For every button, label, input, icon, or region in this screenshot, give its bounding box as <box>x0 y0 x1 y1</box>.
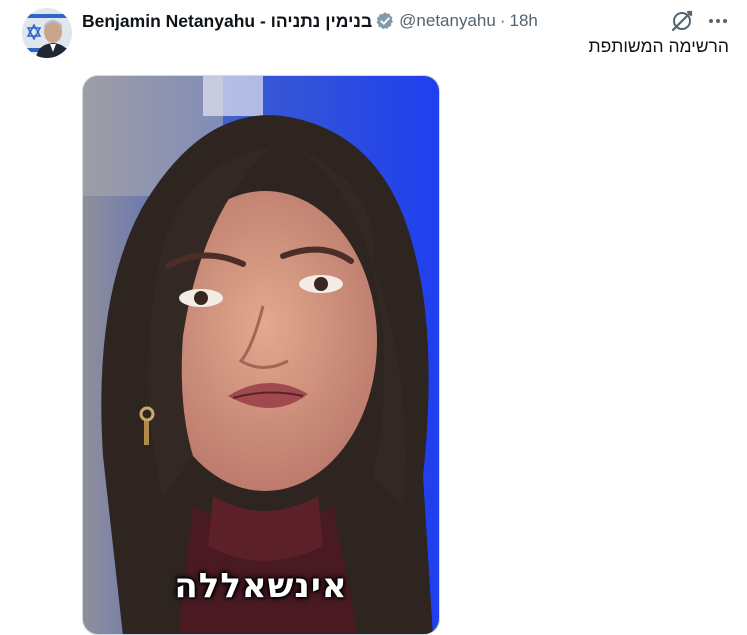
tweet-timestamp[interactable]: 18h <box>510 11 538 31</box>
author-display-name[interactable]: Benjamin Netanyahu - בנימין נתניהו <box>82 11 372 32</box>
verified-badge-icon <box>375 11 395 31</box>
tweet-actions <box>669 8 731 34</box>
avatar[interactable] <box>22 8 72 58</box>
video-frame <box>83 76 439 634</box>
tweet-text: הרשימה המשותפת <box>588 36 729 56</box>
author-handle[interactable]: @netanyahu <box>399 11 496 31</box>
grok-icon[interactable] <box>669 8 695 34</box>
video-media[interactable]: אינשאללה <box>82 75 440 635</box>
more-icon[interactable] <box>705 8 731 34</box>
avatar-image <box>22 8 72 58</box>
video-caption: אינשאללה <box>174 566 348 606</box>
separator-dot: · <box>499 11 506 30</box>
tweet-header: Benjamin Netanyahu - בנימין נתניהו @neta… <box>82 9 538 33</box>
